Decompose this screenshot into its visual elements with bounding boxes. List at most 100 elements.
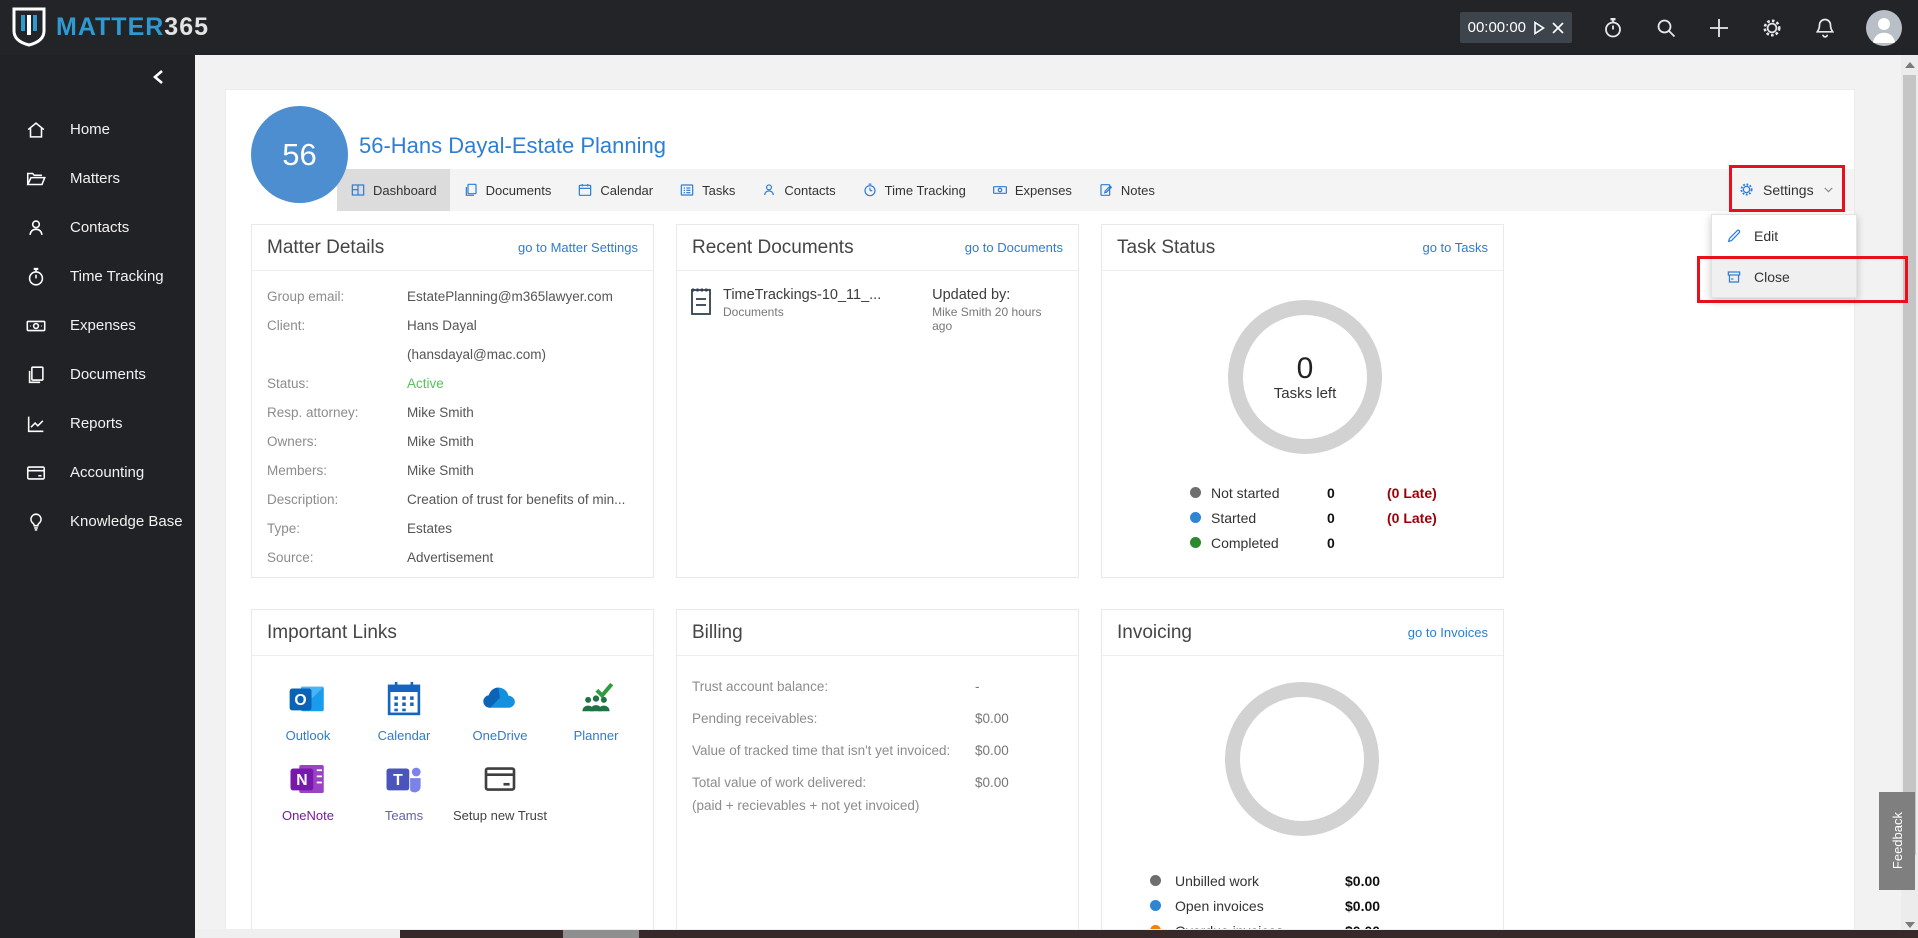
card-billing: Billing Trust account balance: - Pending … bbox=[676, 609, 1079, 929]
settings-button[interactable]: Settings bbox=[1738, 170, 1835, 209]
svg-text:O: O bbox=[294, 692, 306, 709]
link-planner[interactable]: Planner bbox=[548, 678, 644, 744]
home-icon bbox=[27, 121, 45, 138]
scroll-up-arrow-icon[interactable] bbox=[1905, 62, 1915, 68]
sidebar-item-documents[interactable]: Documents bbox=[0, 350, 195, 399]
scroll-down-arrow-icon[interactable] bbox=[1905, 922, 1915, 928]
timer-value: 00:00:00 bbox=[1467, 19, 1526, 36]
tab-label: Expenses bbox=[1014, 182, 1072, 198]
onedrive-cloud-icon bbox=[483, 687, 515, 708]
teams-icon: T bbox=[386, 767, 421, 793]
go-to-documents-link[interactable]: go to Documents bbox=[965, 240, 1063, 255]
tab-contacts[interactable]: Contacts bbox=[748, 169, 848, 211]
link-outlook[interactable]: O Outlook bbox=[260, 678, 356, 744]
archive-icon bbox=[1727, 270, 1741, 283]
outlook-icon: O bbox=[289, 686, 324, 712]
feedback-tab[interactable]: Feedback bbox=[1879, 792, 1915, 890]
clock-icon bbox=[864, 183, 876, 197]
document-list-item[interactable]: TimeTrackings-10_11_... Documents Update… bbox=[677, 271, 1078, 333]
sidebar-item-label: Contacts bbox=[70, 219, 130, 236]
go-to-tasks-link[interactable]: go to Tasks bbox=[1422, 240, 1488, 255]
go-to-matter-settings-link[interactable]: go to Matter Settings bbox=[518, 240, 638, 255]
invoicing-donut-chart bbox=[1225, 682, 1379, 836]
tab-dashboard[interactable]: Dashboard bbox=[337, 169, 450, 211]
menu-item-close[interactable]: Close bbox=[1712, 256, 1856, 297]
brand-logo[interactable]: MATTER365 bbox=[12, 7, 209, 47]
svg-text:N: N bbox=[296, 772, 307, 789]
status-badge: Active bbox=[407, 376, 444, 391]
document-category: Documents bbox=[723, 305, 784, 319]
document-updated-info: Mike Smith 20 hours ago bbox=[932, 305, 1042, 333]
timer-play-icon[interactable] bbox=[1532, 20, 1546, 35]
sidebar-item-time-tracking[interactable]: Time Tracking bbox=[0, 252, 195, 301]
sidebar-item-expenses[interactable]: Expenses bbox=[0, 301, 195, 350]
link-teams[interactable]: T Teams bbox=[356, 758, 452, 824]
billing-note: (paid + recievables + not yet invoiced) bbox=[692, 798, 920, 813]
menu-item-edit[interactable]: Edit bbox=[1712, 215, 1856, 256]
go-to-invoices-link[interactable]: go to Invoices bbox=[1408, 625, 1488, 640]
tasks-left-label: Tasks left bbox=[1273, 384, 1337, 402]
unbilled-work-dot bbox=[1150, 875, 1161, 886]
card-icon bbox=[26, 465, 46, 480]
tab-expenses[interactable]: Expenses bbox=[979, 169, 1085, 211]
card-title: Important Links bbox=[267, 621, 397, 643]
feedback-label: Feedback bbox=[1889, 812, 1905, 870]
sidebar-item-label: Knowledge Base bbox=[70, 513, 183, 530]
detail-row: Members: Mike Smith bbox=[267, 463, 474, 478]
legend-row-completed: Completed 0 bbox=[1102, 530, 1503, 555]
bell-icon[interactable] bbox=[1813, 16, 1837, 40]
tab-label: Calendar bbox=[600, 182, 654, 198]
gear-icon[interactable] bbox=[1760, 16, 1784, 40]
card-title: Task Status bbox=[1117, 236, 1216, 258]
detail-row: Description: Creation of trust for benefi… bbox=[267, 492, 626, 507]
sidebar-item-label: Accounting bbox=[70, 464, 145, 481]
link-setup-new-trust[interactable]: Setup new Trust bbox=[452, 758, 548, 824]
onenote-icon: N bbox=[290, 765, 324, 793]
billing-row: Total value of work delivered: $0.00 bbox=[692, 775, 1009, 790]
link-onedrive[interactable]: OneDrive bbox=[452, 678, 548, 744]
person-icon bbox=[29, 219, 43, 235]
pencil-icon bbox=[1727, 229, 1741, 242]
tab-time-tracking[interactable]: Time Tracking bbox=[849, 169, 979, 211]
tab-notes[interactable]: Notes bbox=[1085, 169, 1168, 211]
note-icon bbox=[1100, 184, 1113, 196]
tab-documents[interactable]: Documents bbox=[450, 169, 565, 211]
tab-tasks[interactable]: Tasks bbox=[666, 169, 748, 211]
link-calendar[interactable]: Calendar bbox=[356, 678, 452, 744]
person-icon bbox=[764, 184, 775, 196]
timer-widget[interactable]: 00:00:00 bbox=[1459, 12, 1572, 43]
link-onenote[interactable]: N OneNote bbox=[260, 758, 356, 824]
sidebar-item-label: Expenses bbox=[70, 317, 136, 334]
office-calendar-icon bbox=[387, 681, 421, 716]
card-recent-documents: Recent Documents go to Documents TimeTra… bbox=[676, 224, 1079, 578]
sidebar-item-home[interactable]: Home bbox=[0, 105, 195, 154]
search-icon[interactable] bbox=[1654, 16, 1678, 40]
sidebar-item-contacts[interactable]: Contacts bbox=[0, 203, 195, 252]
sidebar-item-matters[interactable]: Matters bbox=[0, 154, 195, 203]
timer-close-icon[interactable] bbox=[1552, 21, 1564, 34]
tab-label: Dashboard bbox=[373, 182, 437, 198]
plus-icon[interactable] bbox=[1707, 16, 1731, 40]
avatar[interactable] bbox=[1866, 9, 1902, 46]
tab-label: Contacts bbox=[784, 182, 836, 198]
tab-label: Notes bbox=[1120, 182, 1155, 198]
tab-calendar[interactable]: Calendar bbox=[564, 169, 666, 211]
scrollbar-thumb[interactable] bbox=[1903, 75, 1916, 855]
sidebar-collapse-icon[interactable] bbox=[151, 69, 167, 85]
open-invoices-dot bbox=[1150, 900, 1161, 911]
billing-row: Trust account balance: - bbox=[692, 679, 980, 694]
document-updated-label: Updated by: bbox=[932, 287, 1011, 303]
gear-icon bbox=[1740, 183, 1753, 196]
stopwatch-icon[interactable] bbox=[1601, 16, 1625, 40]
matter-page: 56 56-Hans Dayal-Estate Planning Dashboa… bbox=[225, 89, 1855, 930]
bottom-media-bar-segment bbox=[563, 930, 639, 938]
sidebar-item-accounting[interactable]: Accounting bbox=[0, 448, 195, 497]
calendar-icon bbox=[579, 184, 592, 196]
detail-row: Type: Estates bbox=[267, 521, 453, 536]
sidebar-item-reports[interactable]: Reports bbox=[0, 399, 195, 448]
matter-title[interactable]: 56-Hans Dayal-Estate Planning bbox=[359, 133, 666, 159]
documents-icon bbox=[28, 365, 44, 383]
detail-row: Resp. attorney: Mike Smith bbox=[267, 405, 474, 420]
tasks-icon bbox=[680, 184, 694, 196]
sidebar-item-knowledge-base[interactable]: Knowledge Base bbox=[0, 497, 195, 546]
